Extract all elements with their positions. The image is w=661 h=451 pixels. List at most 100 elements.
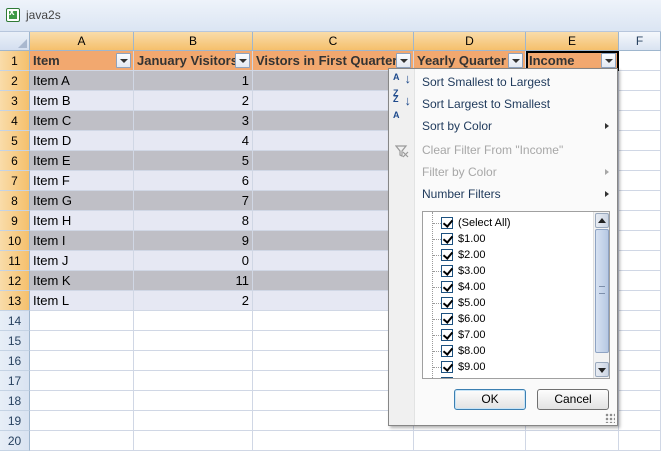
filter-value-item[interactable]: (Select All) — [423, 215, 593, 231]
cell-january-visitors[interactable]: 6 — [134, 171, 253, 191]
cell[interactable] — [619, 51, 661, 71]
cell[interactable] — [619, 131, 661, 151]
header-cell-january-visitors[interactable]: January Visitors — [134, 51, 253, 71]
cell-item[interactable]: Item H — [30, 211, 134, 231]
filter-values-list[interactable]: (Select All) $1.00 $2.00 $3.00 $4.00 $5.00 $6.… — [422, 211, 610, 379]
row-header[interactable]: 20 — [0, 431, 30, 451]
cell[interactable] — [134, 351, 253, 371]
filter-dropdown-button[interactable] — [396, 53, 411, 68]
cell-january-visitors[interactable]: 7 — [134, 191, 253, 211]
cell-item[interactable]: Item I — [30, 231, 134, 251]
cell[interactable] — [134, 371, 253, 391]
ok-button[interactable]: OK — [454, 389, 526, 410]
cell[interactable] — [619, 231, 661, 251]
filter-value-item[interactable]: $3.00 — [423, 263, 593, 279]
cell-item[interactable]: Item A — [30, 71, 134, 91]
list-scrollbar[interactable] — [593, 212, 609, 378]
row-header[interactable]: 9 — [0, 211, 30, 231]
column-header-d[interactable]: D — [414, 32, 526, 51]
row-header[interactable]: 19 — [0, 411, 30, 431]
cell[interactable] — [30, 331, 134, 351]
row-header[interactable]: 16 — [0, 351, 30, 371]
checkbox-checked-icon[interactable] — [441, 249, 453, 261]
cell[interactable] — [619, 171, 661, 191]
cell-january-visitors[interactable]: 1 — [134, 71, 253, 91]
sort-ascending-item[interactable]: A Z ↓ Sort Smallest to Largest — [389, 71, 617, 98]
cell[interactable] — [619, 311, 661, 331]
row-header[interactable]: 2 — [0, 71, 30, 91]
select-all-corner[interactable] — [0, 32, 30, 51]
cell-january-visitors[interactable]: 11 — [134, 271, 253, 291]
checkbox-checked-icon[interactable] — [441, 265, 453, 277]
filter-dropdown-button[interactable] — [508, 53, 523, 68]
scroll-up-button[interactable] — [595, 213, 609, 228]
cell-item[interactable]: Item F — [30, 171, 134, 191]
number-filters-item[interactable]: Number Filters — [389, 183, 617, 205]
column-header-c[interactable]: C — [253, 32, 414, 51]
cell-january-visitors[interactable]: 9 — [134, 231, 253, 251]
filter-value-item[interactable]: $11.00 — [423, 375, 593, 378]
cell-january-visitors[interactable]: 8 — [134, 211, 253, 231]
cell[interactable] — [414, 431, 526, 451]
checkbox-checked-icon[interactable] — [441, 217, 453, 229]
row-header[interactable]: 1 — [0, 51, 30, 71]
filter-value-item[interactable]: $8.00 — [423, 343, 593, 359]
column-header-f[interactable]: F — [619, 32, 661, 51]
cell[interactable] — [619, 71, 661, 91]
row-header[interactable]: 12 — [0, 271, 30, 291]
resize-grip-icon[interactable] — [605, 413, 615, 423]
scroll-thumb[interactable] — [595, 229, 609, 353]
cell[interactable] — [134, 391, 253, 411]
column-header-e[interactable]: E — [526, 32, 619, 51]
filter-value-item[interactable]: $7.00 — [423, 327, 593, 343]
cell-item[interactable]: Item K — [30, 271, 134, 291]
column-header-a[interactable]: A — [30, 32, 134, 51]
header-cell-item[interactable]: Item — [30, 51, 134, 71]
cell-item[interactable]: Item D — [30, 131, 134, 151]
cell-january-visitors[interactable]: 4 — [134, 131, 253, 151]
row-header[interactable]: 13 — [0, 291, 30, 311]
filter-value-item[interactable]: $2.00 — [423, 247, 593, 263]
row-header[interactable]: 7 — [0, 171, 30, 191]
cell-item[interactable]: Item C — [30, 111, 134, 131]
cell-item[interactable]: Item B — [30, 91, 134, 111]
row-header[interactable]: 6 — [0, 151, 30, 171]
scroll-down-button[interactable] — [595, 362, 609, 377]
cell[interactable] — [619, 151, 661, 171]
row-header[interactable]: 4 — [0, 111, 30, 131]
cell[interactable] — [619, 91, 661, 111]
checkbox-checked-icon[interactable] — [441, 281, 453, 293]
cell[interactable] — [134, 311, 253, 331]
cell-item[interactable]: Item J — [30, 251, 134, 271]
cell-january-visitors[interactable]: 0 — [134, 251, 253, 271]
cell[interactable] — [134, 411, 253, 431]
row-header[interactable]: 11 — [0, 251, 30, 271]
cell[interactable] — [619, 211, 661, 231]
cell[interactable] — [619, 331, 661, 351]
cell[interactable] — [30, 431, 134, 451]
cell-item[interactable]: Item E — [30, 151, 134, 171]
row-header[interactable]: 8 — [0, 191, 30, 211]
cell[interactable] — [253, 431, 414, 451]
cell-january-visitors[interactable]: 3 — [134, 111, 253, 131]
checkbox-checked-icon[interactable] — [441, 361, 453, 373]
cell[interactable] — [619, 431, 661, 451]
cell[interactable] — [526, 431, 619, 451]
row-header[interactable]: 10 — [0, 231, 30, 251]
row-header[interactable]: 3 — [0, 91, 30, 111]
cell[interactable] — [134, 431, 253, 451]
sort-descending-item[interactable]: Z A ↓ Sort Largest to Smallest — [389, 93, 617, 120]
row-header[interactable]: 17 — [0, 371, 30, 391]
cell[interactable] — [619, 271, 661, 291]
checkbox-checked-icon[interactable] — [441, 377, 453, 378]
sort-by-color-item[interactable]: Sort by Color — [389, 115, 617, 137]
cell[interactable] — [619, 111, 661, 131]
filter-dropdown-button[interactable] — [116, 53, 131, 68]
cell[interactable] — [134, 331, 253, 351]
filter-value-item[interactable]: $1.00 — [423, 231, 593, 247]
cell-january-visitors[interactable]: 5 — [134, 151, 253, 171]
filter-dropdown-button-income[interactable] — [601, 53, 616, 68]
cell[interactable] — [30, 311, 134, 331]
cell[interactable] — [619, 371, 661, 391]
checkbox-checked-icon[interactable] — [441, 233, 453, 245]
